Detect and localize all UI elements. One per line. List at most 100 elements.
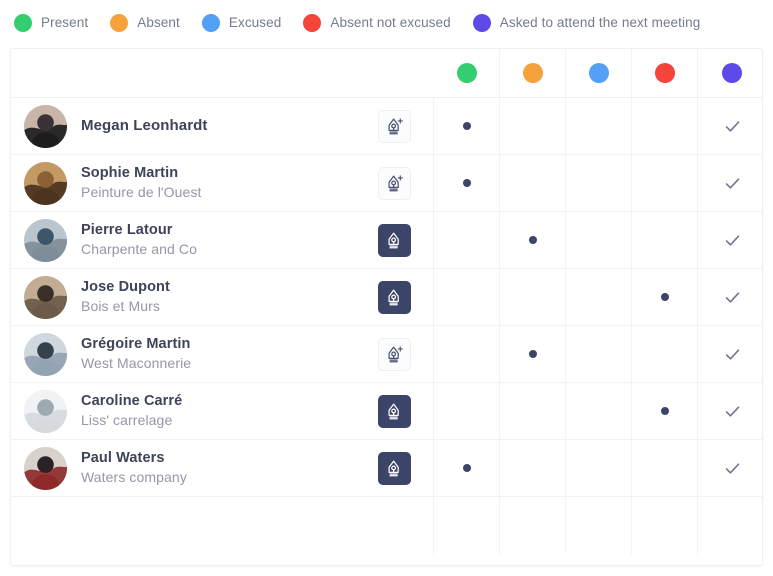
empty-state-cell [632,497,698,554]
person-cell[interactable]: Caroline Carré Liss' carrelage [11,383,356,439]
legend-item-4: Asked to attend the next meeting [472,13,701,32]
header-status-columns [434,49,762,97]
avatar-gregoire-martin [24,332,67,376]
status-cell-3[interactable] [632,212,698,268]
document-cell[interactable] [356,98,434,154]
status-cell-3[interactable] [632,440,698,496]
status-cell-1[interactable] [500,155,566,211]
selected-status-dot[interactable] [462,464,471,472]
status-cell-4[interactable] [698,440,762,496]
status-cell-1[interactable] [500,269,566,325]
check-icon[interactable] [723,231,742,250]
table-empty-row [11,497,762,554]
table-header-row [11,49,762,98]
selected-status-dot[interactable] [528,236,537,244]
status-excused-dot[interactable] [588,63,609,83]
status-cell-2[interactable] [566,383,632,439]
document-cell[interactable] [356,155,434,211]
table-row[interactable]: Megan Leonhardt [11,98,762,155]
status-cell-1[interactable] [500,383,566,439]
status-cell-3[interactable] [632,155,698,211]
person-identity: Caroline Carré Liss' carrelage [81,392,182,430]
header-status-absent-dot-cell[interactable] [500,49,566,97]
legend-label: Absent [137,15,180,30]
status-cell-4[interactable] [698,212,762,268]
document-cell[interactable] [356,440,434,496]
status-cell-1[interactable] [500,326,566,382]
status-cell-2[interactable] [566,269,632,325]
status-cell-0[interactable] [434,98,500,154]
table-body: Megan Leonhardt Sophie Martin Peinture de … [11,98,762,497]
header-status-asked-next-meeting-dot-cell[interactable] [698,49,762,97]
table-row[interactable]: Sophie Martin Peinture de l'Ouest [11,155,762,212]
legend-item-2: Excused [201,13,281,32]
status-cell-3[interactable] [632,98,698,154]
pen-nib-icon[interactable] [378,223,411,257]
pen-nib-add-icon[interactable] [378,337,411,371]
check-icon[interactable] [723,117,742,136]
status-cell-0[interactable] [434,440,500,496]
person-cell[interactable]: Megan Leonhardt [11,98,356,154]
pen-nib-add-icon[interactable] [378,166,411,200]
table-row[interactable]: Grégoire Martin West Maconnerie [11,326,762,383]
check-icon[interactable] [723,402,742,421]
status-cell-2[interactable] [566,326,632,382]
status-cell-2[interactable] [566,155,632,211]
status-cell-4[interactable] [698,269,762,325]
check-icon[interactable] [723,174,742,193]
status-cell-2[interactable] [566,440,632,496]
selected-status-dot[interactable] [462,179,471,187]
header-status-present-dot-cell[interactable] [434,49,500,97]
selected-status-dot[interactable] [528,350,537,358]
person-cell[interactable]: Sophie Martin Peinture de l'Ouest [11,155,356,211]
person-cell[interactable]: Paul Waters Waters company [11,440,356,496]
check-icon[interactable] [723,288,742,307]
status-cell-4[interactable] [698,326,762,382]
check-icon[interactable] [723,345,742,364]
table-row[interactable]: Pierre Latour Charpente and Co [11,212,762,269]
status-cell-0[interactable] [434,326,500,382]
status-absent-not-excused-dot[interactable] [654,63,675,83]
person-cell[interactable]: Pierre Latour Charpente and Co [11,212,356,268]
status-cell-4[interactable] [698,155,762,211]
table-row[interactable]: Caroline Carré Liss' carrelage [11,383,762,440]
status-absent-dot[interactable] [522,63,543,83]
selected-status-dot[interactable] [462,122,471,130]
selected-status-dot[interactable] [660,407,669,415]
pen-nib-icon[interactable] [378,394,411,428]
document-cell[interactable] [356,269,434,325]
pen-nib-add-icon[interactable] [378,109,411,143]
document-cell[interactable] [356,326,434,382]
status-cell-1[interactable] [500,440,566,496]
status-cell-3[interactable] [632,269,698,325]
person-cell[interactable]: Grégoire Martin West Maconnerie [11,326,356,382]
status-present-dot[interactable] [456,63,477,83]
person-name: Megan Leonhardt [81,116,208,134]
check-icon[interactable] [723,459,742,478]
pen-nib-icon[interactable] [378,280,411,314]
status-cell-4[interactable] [698,98,762,154]
status-cell-0[interactable] [434,212,500,268]
header-status-excused-dot-cell[interactable] [566,49,632,97]
table-row[interactable]: Paul Waters Waters company [11,440,762,497]
status-cell-3[interactable] [632,326,698,382]
status-cell-2[interactable] [566,212,632,268]
status-cell-4[interactable] [698,383,762,439]
table-row[interactable]: Jose Dupont Bois et Murs [11,269,762,326]
status-cell-1[interactable] [500,98,566,154]
status-cell-3[interactable] [632,383,698,439]
status-cell-0[interactable] [434,383,500,439]
person-company: Bois et Murs [81,298,160,315]
header-status-absent-not-excused-dot-cell[interactable] [632,49,698,97]
document-cell[interactable] [356,383,434,439]
legend-label: Asked to attend the next meeting [499,15,701,30]
document-cell[interactable] [356,212,434,268]
status-cell-0[interactable] [434,155,500,211]
selected-status-dot[interactable] [660,293,669,301]
status-cell-0[interactable] [434,269,500,325]
status-cell-1[interactable] [500,212,566,268]
person-cell[interactable]: Jose Dupont Bois et Murs [11,269,356,325]
status-cell-2[interactable] [566,98,632,154]
pen-nib-icon[interactable] [378,451,411,485]
status-asked-next-meeting-dot[interactable] [722,63,742,83]
